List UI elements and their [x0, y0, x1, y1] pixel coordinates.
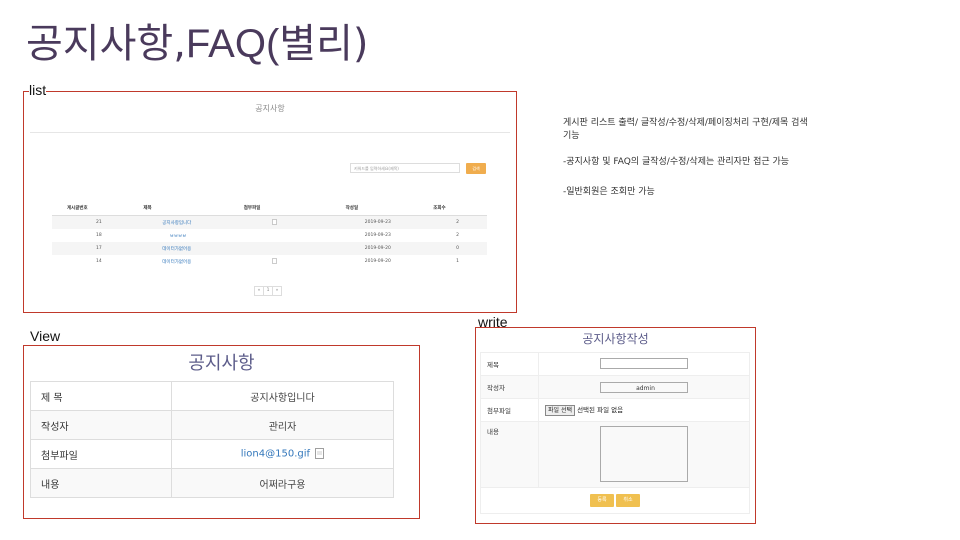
table-row[interactable]: 18 ㅂㅂㅂㅂ 2019-09-23 2	[52, 229, 487, 242]
file-choose-button[interactable]: 파일 선택	[545, 405, 575, 416]
form-row: 내용	[480, 421, 750, 488]
view-table: 제 목 공지사항입니다 작성자 관리자 첨부파일 lion4@150.gif 내…	[30, 381, 394, 498]
slide-title-part-1: 공지사항,	[26, 21, 186, 67]
pagination: «1»	[254, 286, 282, 296]
cell-views: 2	[456, 233, 459, 238]
title-input[interactable]	[600, 357, 688, 369]
write-panel-title: 공지사항작성	[582, 332, 649, 346]
column-header: 작성일	[311, 201, 392, 216]
description-line: -공지사항 및 FAQ의 글작성/수정/삭제는 관리자만 접근 가능	[563, 157, 790, 167]
slide-title-part-3: 별리)	[279, 21, 369, 67]
list-panel: 공지사항 키워드를 입력하세요(제목) 검색 게시글번호 제목 첨부파일 작성일…	[23, 91, 517, 313]
view-panel: 공지사항 제 목 공지사항입니다 작성자 관리자 첨부파일 lion4@150.…	[23, 345, 420, 519]
cell-no: 14	[95, 259, 102, 264]
description-line: 기능	[563, 131, 580, 141]
form-row: 첨부파일 파일 선택 선택된 파일 없음	[480, 398, 750, 422]
post-title-link[interactable]: 데이터가없어용	[103, 255, 193, 268]
list-label: list	[29, 82, 47, 98]
column-header: 첨부파일	[192, 201, 312, 216]
table-header-row: 게시글번호 제목 첨부파일 작성일 조회수	[52, 201, 487, 216]
file-icon	[272, 218, 277, 225]
column-header: 제목	[102, 201, 193, 216]
write-form: 제목 작성자 admin 첨부파일 파일 선택 선택된 파일 없음 내용 등록 …	[480, 352, 750, 514]
view-value-content: 어쩌라구용	[171, 468, 394, 498]
file-icon	[272, 257, 277, 264]
write-panel: 공지사항작성 제목 작성자 admin 첨부파일 파일 선택 선택된 파일 없음…	[475, 327, 756, 524]
view-row: 첨부파일 lion4@150.gif	[30, 439, 394, 469]
table-row[interactable]: 21 공지사항입니다 2019-09-23 2	[52, 215, 487, 229]
pagination-next[interactable]: »	[272, 286, 282, 296]
author-label: 작성자	[480, 375, 539, 399]
cell-date: 2019-09-23	[364, 233, 391, 238]
cell-no: 18	[95, 233, 102, 238]
cell-views: 1	[456, 259, 459, 264]
cell-date: 2019-09-20	[364, 259, 391, 264]
form-row: 등록 취소	[480, 487, 750, 514]
list-panel-title: 공지사항	[255, 104, 285, 113]
view-value-author: 관리자	[171, 410, 394, 440]
file-status: 선택된 파일 없음	[577, 406, 624, 414]
view-label-attachment: 첨부파일	[30, 439, 172, 469]
post-title-link[interactable]: 공지사항입니다	[102, 215, 193, 229]
title-label: 제목	[480, 352, 539, 376]
table-row[interactable]: 14 데이터가없어용 2019-09-20 1	[52, 255, 487, 268]
submit-button[interactable]: 등록	[589, 494, 614, 507]
view-panel-title: 공지사항	[188, 353, 255, 374]
list-table: 게시글번호 제목 첨부파일 작성일 조회수 21 공지사항입니다 2019-09…	[52, 201, 487, 268]
post-title-link[interactable]: 데이터가없어용	[102, 242, 193, 255]
view-label-content: 내용	[30, 468, 172, 498]
cell-date: 2019-09-20	[311, 242, 392, 255]
author-input[interactable]: admin	[600, 381, 688, 393]
attachment-link[interactable]: lion4@150.gif	[241, 449, 310, 460]
content-label: 내용	[480, 421, 539, 488]
cell-views: 0	[391, 242, 487, 255]
view-row: 내용 어쩌라구용	[30, 468, 394, 498]
form-row: 작성자 admin	[480, 375, 750, 399]
slide-title-part-2: FAQ(	[185, 22, 280, 66]
file-icon	[315, 448, 325, 460]
view-row: 작성자 관리자	[30, 410, 394, 440]
content-textarea[interactable]	[600, 425, 688, 482]
attachment-cell[interactable]: lion4@150.gif	[171, 439, 394, 469]
cell-date: 2019-09-23	[311, 215, 392, 229]
cell-no: 17	[52, 242, 103, 255]
description-line: -일반회원은 조회만 가능	[563, 187, 655, 197]
search-button[interactable]: 검색	[466, 163, 486, 174]
cell-views: 2	[391, 215, 487, 229]
attachment-cell: 파일 선택 선택된 파일 없음	[538, 398, 750, 422]
slide-title: 공지사항,FAQ(별리)	[26, 22, 368, 66]
title-cell	[538, 352, 750, 376]
attachment-cell	[192, 255, 312, 268]
content-cell	[538, 421, 750, 488]
attachment-label: 첨부파일	[480, 398, 539, 422]
description-line: 게시판 리스트 출력/ 글작성/수정/삭제/페이징처리 구현/제목 검색	[563, 118, 808, 128]
column-header: 게시글번호	[52, 201, 103, 216]
view-row: 제 목 공지사항입니다	[30, 381, 394, 411]
button-cell: 등록 취소	[480, 487, 750, 514]
description: 게시판 리스트 출력/ 글작성/수정/삭제/페이징처리 구현/제목 검색 기능 …	[563, 117, 923, 199]
attachment-cell	[192, 229, 312, 242]
view-label: View	[30, 328, 61, 344]
cell-no: 21	[52, 215, 103, 229]
cancel-button[interactable]: 취소	[616, 494, 641, 507]
attachment-cell	[192, 215, 312, 229]
divider	[30, 132, 510, 133]
table-row[interactable]: 17 데이터가없어용 2019-09-20 0	[52, 242, 487, 255]
form-row: 제목	[480, 352, 750, 376]
view-value-title: 공지사항입니다	[171, 381, 394, 411]
view-label-title: 제 목	[30, 381, 172, 411]
attachment-cell	[192, 242, 312, 255]
search-input[interactable]: 키워드를 입력하세요(제목)	[350, 163, 460, 173]
column-header: 조회수	[391, 201, 487, 216]
view-label-author: 작성자	[30, 410, 172, 440]
author-cell: admin	[538, 375, 750, 399]
post-title-link[interactable]: ㅂㅂㅂㅂ	[103, 229, 193, 242]
